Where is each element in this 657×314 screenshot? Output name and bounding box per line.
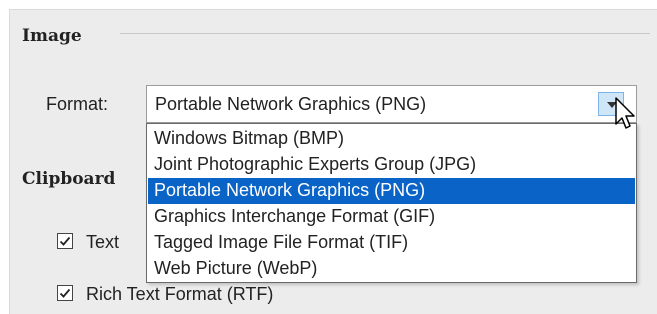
image-section-header: Image — [22, 24, 82, 48]
format-option-gif[interactable]: Graphics Interchange Format (GIF) — [148, 204, 635, 230]
text-checkbox-label: Text — [86, 232, 120, 252]
format-option-png[interactable]: Portable Network Graphics (PNG) — [148, 178, 635, 204]
rtf-checkbox-label: Rich Text Format (RTF) — [86, 284, 274, 304]
checkmark-icon — [59, 236, 71, 246]
format-option-webp[interactable]: Web Picture (WebP) — [148, 256, 635, 282]
format-label: Format: — [46, 94, 109, 114]
image-section-title: Image — [22, 26, 82, 46]
image-section-divider — [120, 33, 650, 34]
rtf-checkbox[interactable] — [57, 285, 73, 301]
format-option-jpg[interactable]: Joint Photographic Experts Group (JPG) — [148, 152, 635, 178]
format-option-bmp[interactable]: Windows Bitmap (BMP) — [148, 126, 635, 152]
clipboard-section-title: Clipboard — [22, 169, 116, 189]
format-option-tif[interactable]: Tagged Image File Format (TIF) — [148, 230, 635, 256]
format-dropdown-list: Windows Bitmap (BMP) Joint Photographic … — [146, 123, 637, 283]
checkmark-icon — [59, 288, 71, 298]
text-checkbox[interactable] — [57, 233, 73, 249]
format-select-value: Portable Network Graphics (PNG) — [155, 94, 427, 114]
mouse-cursor-icon — [615, 97, 635, 129]
format-select[interactable]: Portable Network Graphics (PNG) — [146, 85, 637, 123]
clipboard-section-header: Clipboard — [22, 167, 115, 191]
